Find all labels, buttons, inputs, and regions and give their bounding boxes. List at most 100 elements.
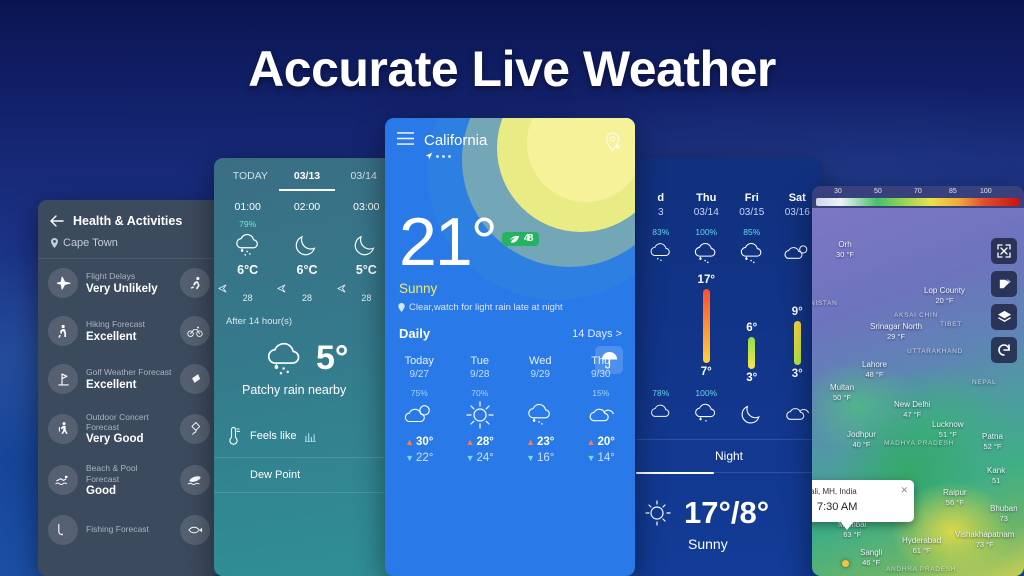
hour-column[interactable]: 02:00 6°C 28 bbox=[277, 201, 336, 303]
tab-today[interactable]: TODAY bbox=[222, 170, 279, 191]
map-city-label: Vishakhapatnam 73 °F bbox=[955, 530, 1015, 549]
hour-temp: 6°C bbox=[237, 263, 259, 277]
hour-time: 02:00 bbox=[293, 201, 321, 213]
day-column[interactable]: Tue 9/28 70% ▲ 28° ▼ 24° bbox=[450, 355, 511, 464]
temp-bar bbox=[702, 289, 710, 363]
map-selected-marker[interactable] bbox=[842, 560, 849, 567]
day-column[interactable]: Today 9/27 75% ▲ 30° ▼ 22° bbox=[389, 355, 450, 464]
layers-icon[interactable] bbox=[991, 304, 1017, 330]
hour-column[interactable]: 01:00 79% 6°C 28 bbox=[218, 201, 277, 303]
bar-chart-icon[interactable] bbox=[305, 431, 317, 442]
rain-cloud-icon bbox=[262, 340, 308, 378]
map-tooltip[interactable]: ✕ ali, MH, India 7:30 AM bbox=[812, 480, 914, 530]
map-city-label: Raipur 56 °F bbox=[943, 488, 967, 507]
tab-0313[interactable]: 03/13 bbox=[278, 170, 336, 191]
map-city-label: Patna 52 °F bbox=[982, 432, 1003, 451]
sun-icon bbox=[644, 498, 674, 528]
main-city-name: California bbox=[424, 132, 488, 149]
arrow-left-icon[interactable] bbox=[50, 215, 64, 227]
close-icon[interactable]: ✕ bbox=[900, 485, 908, 496]
running-icon bbox=[180, 268, 210, 298]
multiday-column[interactable]: Thu 03/14 100% bbox=[684, 192, 730, 268]
aqi-badge[interactable]: 48 bbox=[501, 232, 539, 246]
activity-label: Hiking Forecast bbox=[86, 319, 146, 330]
fish-icon bbox=[180, 514, 210, 545]
multiday-header-row: d 3 83% Thu 03/14 100% Fri 03/15 85% Sat bbox=[636, 158, 822, 268]
day-precip bbox=[510, 388, 571, 399]
day-precip: 75% bbox=[410, 388, 428, 399]
list-item[interactable]: Flight Delays Very Unlikely bbox=[38, 259, 220, 307]
scale-tick: 50 bbox=[874, 188, 882, 195]
main-condition: Sunny bbox=[399, 281, 438, 297]
gps-arrow-icon bbox=[425, 152, 433, 160]
map-region-label: NISTAN bbox=[812, 300, 838, 307]
map-city-label: Sangli 46 °F bbox=[860, 548, 883, 567]
day-high: ▲ 30° bbox=[405, 436, 434, 449]
day-name: Thu bbox=[696, 192, 717, 204]
tab-0314[interactable]: 03/14 bbox=[335, 170, 392, 191]
night-precip: 100% bbox=[695, 388, 718, 398]
day-precip: 70% bbox=[471, 388, 489, 399]
day-name: Fri bbox=[744, 192, 759, 204]
add-location-pin-icon[interactable] bbox=[604, 132, 623, 153]
map-region-label: AKSAI CHIN bbox=[894, 312, 938, 319]
detail-label: Feels like bbox=[250, 430, 297, 442]
day-date: 03/14 bbox=[693, 207, 719, 218]
hiking-icon bbox=[48, 316, 78, 346]
bar-low: 3° bbox=[746, 372, 758, 384]
hour-precip: 79% bbox=[239, 219, 257, 229]
bar-high: 6° bbox=[746, 322, 758, 334]
day-name: Tue bbox=[470, 355, 490, 368]
day-column[interactable]: Wed 9/29 ▲ 23° ▼ 16° bbox=[510, 355, 571, 464]
refresh-icon[interactable] bbox=[991, 337, 1017, 363]
map-region-label: ANDHRA PRADESH bbox=[886, 566, 957, 573]
location-pin-icon bbox=[398, 303, 405, 313]
health-location[interactable]: Cape Town bbox=[38, 232, 220, 259]
map-canvas[interactable]: NISTAN AKSAI CHIN TIBET UTTARAKHAND NEPA… bbox=[812, 208, 1024, 576]
temperature-bars: 17° 7° 6° 3° 9° 3° bbox=[636, 268, 822, 384]
map-region-label: UTTARAKHAND bbox=[907, 348, 963, 355]
scale-tick: 100 bbox=[980, 188, 992, 195]
night-column: 100% bbox=[684, 388, 730, 429]
golf-flag-icon bbox=[48, 364, 78, 394]
umbrella-icon[interactable] bbox=[595, 346, 623, 374]
kite-icon bbox=[180, 364, 210, 394]
page-title: Accurate Live Weather bbox=[248, 41, 776, 97]
temp-bar bbox=[748, 337, 756, 369]
weather-map-panel[interactable]: 30 50 70 85 100 NISTAN AKSAI CHIN TIBET … bbox=[812, 186, 1024, 576]
day-name: Wed bbox=[529, 355, 552, 368]
cloudy-icon bbox=[571, 399, 632, 431]
hour-wind: 28 bbox=[218, 284, 277, 303]
map-city-label: Lucknow 51 °F bbox=[932, 420, 964, 439]
aqi-value: 48 bbox=[523, 232, 534, 245]
day-date: 9/28 bbox=[470, 369, 490, 381]
hour-wind: 28 bbox=[277, 284, 336, 303]
night-icons-row: 78% 100% bbox=[636, 384, 822, 429]
layers-stack-icon[interactable] bbox=[991, 271, 1017, 297]
activity-value: Very Good bbox=[86, 433, 144, 446]
list-item[interactable]: Beach & Pool Forecast Good bbox=[38, 454, 220, 505]
day-low: ▼ 16° bbox=[526, 452, 555, 465]
list-item[interactable]: Hiking Forecast Excellent bbox=[38, 307, 220, 355]
temperature-scale: 30 50 70 85 100 bbox=[812, 186, 1024, 208]
list-item[interactable]: Fishing Forecast bbox=[38, 506, 220, 554]
daily-more-link[interactable]: 14 Days > bbox=[572, 328, 622, 340]
detail-row-feels-like[interactable]: Feels like bbox=[214, 415, 400, 458]
detail-row-dew-point[interactable]: Dew Point bbox=[214, 458, 400, 493]
map-city-label: Jodhpur 40 °F bbox=[847, 430, 876, 449]
activity-label: Flight Delays bbox=[86, 271, 136, 282]
day-high: ▲ 28° bbox=[465, 436, 494, 449]
list-item[interactable]: Golf Weather Forecast Excellent bbox=[38, 355, 220, 403]
hour-temp: 6°C bbox=[296, 263, 318, 277]
temp-bar-column: 17° 7° bbox=[684, 274, 730, 378]
fullscreen-icon[interactable] bbox=[991, 238, 1017, 264]
night-tab[interactable]: Night bbox=[636, 439, 822, 474]
hamburger-menu-icon[interactable] bbox=[397, 132, 414, 145]
multiday-column[interactable]: d 3 83% bbox=[638, 192, 684, 268]
rain-cloud-icon bbox=[638, 238, 684, 268]
concert-icon bbox=[48, 413, 78, 444]
day-low: ▼ 14° bbox=[586, 452, 615, 465]
list-item[interactable]: Outdoor Concert Forecast Very Good bbox=[38, 403, 220, 454]
multiday-column[interactable]: Fri 03/15 85% bbox=[729, 192, 775, 268]
after-hours-label: After 14 hour(s) bbox=[226, 316, 292, 327]
